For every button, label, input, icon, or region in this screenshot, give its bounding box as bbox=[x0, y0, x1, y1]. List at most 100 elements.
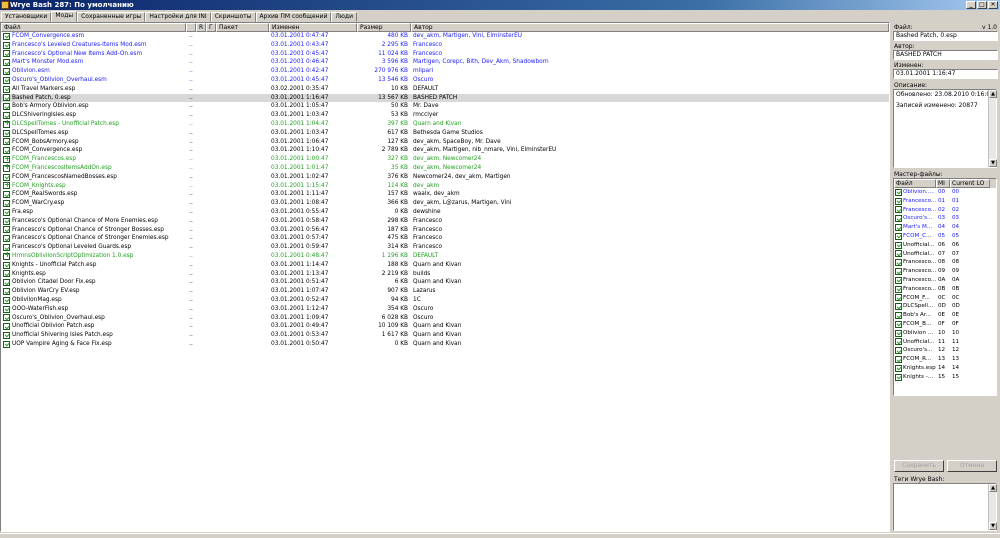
masters-column-file[interactable]: Файл bbox=[894, 179, 936, 188]
master-checkbox-icon[interactable] bbox=[895, 268, 902, 276]
master-checkbox-icon[interactable] bbox=[895, 338, 902, 346]
master-row[interactable]: Francesco... 08 08 bbox=[894, 258, 996, 267]
active-checkbox-icon[interactable] bbox=[3, 261, 10, 269]
table-row[interactable]: FCOM_Convergence.esm.. 03.01.2001 0:47:47… bbox=[1, 32, 889, 41]
table-row[interactable]: UOP Vampire Aging & Face Fix.esp.. 03.01.… bbox=[1, 340, 889, 349]
column-flag[interactable] bbox=[186, 23, 196, 32]
table-row[interactable]: Francesco's Optional Chance of Stronger … bbox=[1, 226, 889, 235]
tags-scroll-down-icon[interactable]: ▼ bbox=[989, 522, 997, 530]
merged-checkbox-icon[interactable] bbox=[3, 252, 10, 260]
master-checkbox-icon[interactable] bbox=[895, 294, 902, 302]
table-row[interactable]: FCOM_WarCry.esp.. 03.01.2001 1:08:47 366 K… bbox=[1, 199, 889, 208]
active-checkbox-icon[interactable] bbox=[3, 112, 10, 120]
master-row[interactable]: Bob's Ar... 0E 0E bbox=[894, 311, 996, 320]
table-row[interactable]: DLCSpellTomes.esp.. 03.01.2001 1:03:47 617… bbox=[1, 129, 889, 138]
mods-list[interactable]: Файл R Г Пакет Изменен Размер Автор FCOM… bbox=[0, 22, 890, 532]
column-package[interactable]: Пакет bbox=[216, 23, 269, 32]
table-row[interactable]: OOO-WaterFish.esp.. 03.01.2001 1:12:47 354… bbox=[1, 305, 889, 314]
master-row[interactable]: Oscuro's... 03 03 bbox=[894, 214, 996, 223]
file-name-field[interactable]: Bashed Patch, 0.esp bbox=[893, 31, 998, 41]
master-checkbox-icon[interactable] bbox=[895, 285, 902, 293]
tab-0[interactable]: Установщики bbox=[1, 12, 52, 22]
master-checkbox-icon[interactable] bbox=[895, 276, 902, 284]
tab-2[interactable]: Сохраненные игры bbox=[77, 12, 146, 22]
active-checkbox-icon[interactable] bbox=[3, 68, 10, 76]
master-row[interactable]: Knights -... 15 15 bbox=[894, 373, 996, 382]
active-checkbox-icon[interactable] bbox=[3, 208, 10, 216]
master-checkbox-icon[interactable] bbox=[895, 347, 902, 355]
active-checkbox-icon[interactable] bbox=[3, 129, 10, 137]
master-row[interactable]: Oscuro's... 12 12 bbox=[894, 346, 996, 355]
table-row[interactable]: FCOM_Knights.esp.. 03.01.2001 1:15:47 114 … bbox=[1, 182, 889, 191]
table-row[interactable]: FCOM_Convergence.esp.. 03.01.2001 1:10:47… bbox=[1, 146, 889, 155]
table-row[interactable]: Unofficial Oblivion Patch.esp.. 03.01.200… bbox=[1, 322, 889, 331]
tags-scroll-up-icon[interactable]: ▲ bbox=[989, 484, 997, 492]
active-checkbox-icon[interactable] bbox=[3, 173, 10, 181]
table-row[interactable]: FCOM_BobsArmory.esp.. 03.01.2001 1:06:47 1… bbox=[1, 138, 889, 147]
master-row[interactable]: Unofficial... 11 11 bbox=[894, 338, 996, 347]
master-checkbox-icon[interactable] bbox=[895, 232, 902, 240]
master-row[interactable]: FCOM_C... 05 05 bbox=[894, 232, 996, 241]
active-checkbox-icon[interactable] bbox=[3, 191, 10, 199]
tab-4[interactable]: Скриншоты bbox=[210, 12, 256, 22]
active-checkbox-icon[interactable] bbox=[3, 103, 10, 111]
active-checkbox-icon[interactable] bbox=[3, 270, 10, 278]
table-row[interactable]: Oscuro's_Oblivion_Overhaul.esp.. 03.01.20… bbox=[1, 314, 889, 323]
table-row[interactable]: Francesco's Leveled Creatures-Items Mod.… bbox=[1, 41, 889, 50]
master-row[interactable]: Francesco... 0B 0B bbox=[894, 285, 996, 294]
table-row[interactable]: Francesco's Optional Leveled Guards.esp.… bbox=[1, 243, 889, 252]
description-textbox[interactable]: Обновлено: 23.08.2010 0:16:00 Записей из… bbox=[893, 89, 997, 168]
active-checkbox-icon[interactable] bbox=[3, 226, 10, 234]
master-row[interactable]: Francesco... 0A 0A bbox=[894, 276, 996, 285]
master-row[interactable]: Francesco... 02 02 bbox=[894, 206, 996, 215]
table-row[interactable]: All Travel Markers.esp.. 03.02.2001 0:35:… bbox=[1, 85, 889, 94]
table-row[interactable]: FCOM_RealSwords.esp.. 03.01.2001 1:11:47 1… bbox=[1, 190, 889, 199]
modified-field[interactable]: 03.01.2001 1:16:47 bbox=[893, 69, 998, 79]
table-row[interactable]: Unofficial Shivering Isles Patch.esp.. 03… bbox=[1, 331, 889, 340]
active-checkbox-icon[interactable] bbox=[3, 94, 10, 102]
master-checkbox-icon[interactable] bbox=[895, 329, 902, 337]
master-row[interactable]: Unofficial... 07 07 bbox=[894, 250, 996, 259]
active-checkbox-icon[interactable] bbox=[3, 340, 10, 348]
master-checkbox-icon[interactable] bbox=[895, 373, 902, 381]
merged-checkbox-icon[interactable] bbox=[3, 164, 10, 172]
table-row[interactable]: FCOM_Francescos.esp.. 03.01.2001 1:00:47 3… bbox=[1, 155, 889, 164]
close-button[interactable]: ✕ bbox=[988, 1, 998, 9]
table-row[interactable]: Francesco's Optional New Items Add-On.es… bbox=[1, 50, 889, 59]
active-checkbox-icon[interactable] bbox=[3, 76, 10, 84]
master-row[interactable]: Oblivion ... 10 10 bbox=[894, 329, 996, 338]
merged-checkbox-icon[interactable] bbox=[3, 182, 10, 190]
active-checkbox-icon[interactable] bbox=[3, 279, 10, 287]
master-checkbox-icon[interactable] bbox=[895, 259, 902, 267]
maximize-button[interactable]: □ bbox=[977, 1, 987, 9]
tab-6[interactable]: Люди bbox=[331, 12, 357, 22]
master-row[interactable]: Knights.esp 14 14 bbox=[894, 364, 996, 373]
master-row[interactable]: Francesco... 09 09 bbox=[894, 267, 996, 276]
masters-list[interactable]: Файл MI Current LO Oblivion..... 00 00 Fran… bbox=[893, 178, 997, 396]
master-row[interactable]: Unofficial... 06 06 bbox=[894, 241, 996, 250]
active-checkbox-icon[interactable] bbox=[3, 331, 10, 339]
description-scrollbar[interactable]: ▲ ▼ bbox=[988, 90, 997, 167]
active-checkbox-icon[interactable] bbox=[3, 296, 10, 304]
cancel-button[interactable]: Отмена bbox=[947, 460, 997, 472]
column-author[interactable]: Автор bbox=[411, 23, 889, 32]
master-row[interactable]: Mart's M... 04 04 bbox=[894, 223, 996, 232]
master-checkbox-icon[interactable] bbox=[895, 188, 902, 196]
master-row[interactable]: Francesco... 01 01 bbox=[894, 197, 996, 206]
column-modified[interactable]: Изменен bbox=[269, 23, 357, 32]
master-checkbox-icon[interactable] bbox=[895, 206, 902, 214]
active-checkbox-icon[interactable] bbox=[3, 235, 10, 243]
active-checkbox-icon[interactable] bbox=[3, 288, 10, 295]
table-row[interactable]: DLCSpellTomes - Unofficial Patch.esp.. 03… bbox=[1, 120, 889, 129]
active-checkbox-icon[interactable] bbox=[3, 50, 10, 58]
master-checkbox-icon[interactable] bbox=[895, 364, 902, 372]
table-row[interactable]: FCOM_FrancescosItemsAddOn.esp.. 03.01.200… bbox=[1, 164, 889, 173]
master-row[interactable]: FCOM_R... 13 13 bbox=[894, 355, 996, 364]
tab-5[interactable]: Архив ПМ сообщений bbox=[255, 12, 332, 22]
table-row[interactable]: Knights.esp.. 03.01.2001 1:13:47 2 219 KB b… bbox=[1, 270, 889, 279]
table-row[interactable]: Fra.esp.. 03.01.2001 0:55:47 0 KB dewshine bbox=[1, 208, 889, 217]
table-row[interactable]: ObliviionMag.esp.. 03.01.2001 0:52:47 94 K… bbox=[1, 296, 889, 305]
active-checkbox-icon[interactable] bbox=[3, 244, 10, 252]
scroll-up-icon[interactable]: ▲ bbox=[989, 90, 997, 98]
column-size[interactable]: Размер bbox=[357, 23, 411, 32]
